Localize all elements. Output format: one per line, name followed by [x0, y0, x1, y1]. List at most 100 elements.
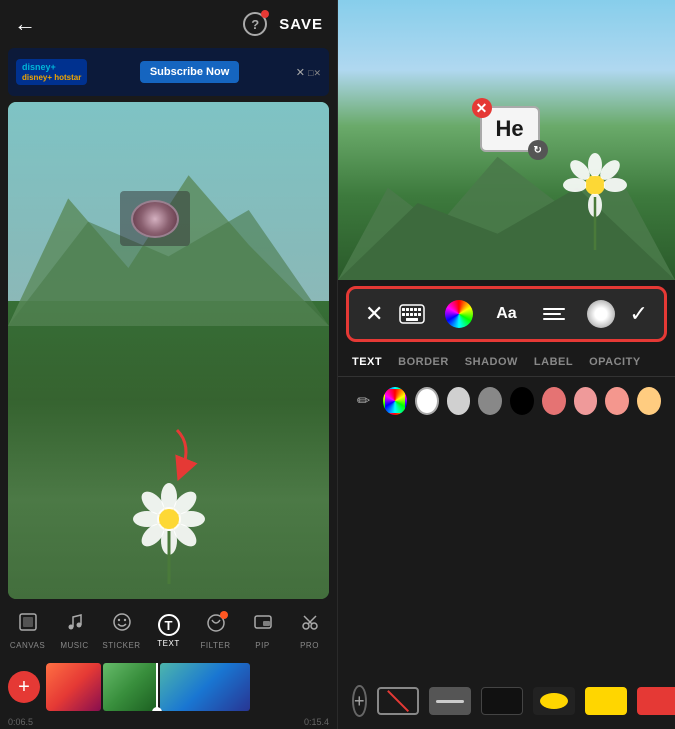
pip-tool[interactable]: PIP [243, 612, 283, 650]
keyboard-button[interactable] [394, 296, 430, 332]
hotstar-text: disney+ hotstar [22, 73, 81, 83]
dash-icon [429, 687, 471, 715]
text-sticker-rotate-handle[interactable]: ↻ [528, 140, 548, 160]
back-button[interactable]: ← [14, 11, 36, 37]
oval-yellow-shape[interactable] [533, 685, 575, 717]
font-button[interactable]: Aa [488, 296, 524, 332]
pro-label: PRO [300, 641, 319, 650]
close-icon: ✕ [296, 67, 305, 79]
scissors-icon [300, 612, 320, 638]
style-icon [587, 300, 615, 328]
red-swatch[interactable] [542, 387, 566, 415]
yellow-rect-shape[interactable] [585, 685, 627, 717]
bottom-shapes-row: + [338, 673, 675, 729]
text-label: TEXT [157, 639, 179, 648]
clip-strip [46, 663, 329, 711]
text-icon: T [158, 614, 180, 636]
save-button[interactable]: SAVE [279, 16, 323, 33]
dash-line [436, 700, 464, 703]
sticker-tool[interactable]: STICKER [102, 612, 142, 650]
tab-label[interactable]: LABEL [534, 356, 573, 368]
yellow-rect-icon [585, 687, 627, 715]
tab-text[interactable]: TEXT [352, 356, 382, 368]
canvas-tool[interactable]: CANVAS [8, 612, 48, 650]
tab-border[interactable]: BORDER [398, 356, 449, 368]
clip-thumb-1[interactable] [46, 663, 101, 711]
style-button[interactable] [583, 296, 619, 332]
timeline-strip: + [0, 659, 337, 715]
align-button[interactable] [536, 296, 572, 332]
text-sticker-delete-button[interactable]: ✕ [472, 98, 492, 118]
video-preview [8, 102, 329, 599]
peach-swatch[interactable] [637, 387, 661, 415]
text-style-tabs: TEXT BORDER SHADOW LABEL OPACITY [338, 348, 675, 377]
filter-label: FILTER [201, 641, 231, 650]
mid-gray-swatch[interactable] [478, 387, 502, 415]
dash-shape[interactable] [429, 685, 471, 717]
palette-edit-button[interactable]: ✏ [352, 387, 375, 415]
filter-tool[interactable]: FILTER [196, 613, 236, 650]
playback-dot [152, 707, 162, 711]
right-video-preview: ✕ He ↻ [338, 0, 675, 280]
music-label: MUSIC [60, 641, 88, 650]
canvas-icon [18, 612, 38, 638]
x-icon: □✕ [308, 68, 321, 78]
ad-banner[interactable]: disney+ disney+ hotstar Subscribe Now ✕ … [8, 48, 329, 96]
clip-thumb-2[interactable] [103, 663, 158, 711]
tab-opacity[interactable]: OPACITY [589, 356, 641, 368]
subscribe-button[interactable]: Subscribe Now [140, 61, 239, 83]
color-wheel-icon [445, 300, 473, 328]
video-background [8, 102, 329, 599]
sticker-label: STICKER [102, 641, 140, 650]
salmon-swatch[interactable] [605, 387, 629, 415]
keyboard-icon [399, 304, 425, 324]
add-clip-button[interactable]: + [8, 671, 40, 703]
pro-tool[interactable]: PRO [290, 612, 330, 650]
rainbow-swatch[interactable] [383, 387, 407, 415]
pencil-icon: ✏ [357, 391, 370, 411]
left-header: ← ? SAVE [0, 0, 337, 48]
notification-dot [261, 10, 269, 18]
no-fill-icon [377, 687, 419, 715]
timeline-cursor [156, 663, 158, 711]
confirm-button[interactable]: ✓ [630, 301, 648, 327]
close-button[interactable]: ✕ [365, 301, 383, 327]
oval-yellow-icon [533, 687, 575, 715]
content-spacer [338, 425, 675, 673]
time-end: 0:15.4 [304, 717, 329, 727]
pip-icon [253, 612, 273, 638]
music-tool[interactable]: MUSIC [55, 612, 95, 650]
black-swatch[interactable] [510, 387, 534, 415]
tab-shadow[interactable]: SHADOW [465, 356, 518, 368]
music-icon [65, 612, 85, 638]
disney-plus-logo: disney+ disney+ hotstar [16, 59, 87, 85]
align-icon [543, 308, 565, 320]
white-swatch[interactable] [415, 387, 439, 415]
black-rect-shape[interactable] [481, 685, 523, 717]
arrow-indicator [152, 425, 202, 490]
filter-dot [220, 611, 228, 619]
sticker-overlay[interactable] [120, 191, 190, 246]
align-line-1 [543, 308, 565, 310]
timeline-area: CANVAS MUSIC [0, 599, 337, 729]
left-panel: ← ? SAVE disney+ disney+ hotstar Subscri… [0, 0, 337, 729]
header-right: ? SAVE [243, 12, 323, 36]
clip-thumb-3[interactable] [160, 663, 250, 711]
help-icon-wrap: ? [243, 12, 267, 36]
add-shape-button[interactable]: + [352, 685, 367, 717]
red-rect-icon [637, 687, 675, 715]
text-tool[interactable]: T TEXT [149, 614, 189, 648]
no-fill-shape[interactable] [377, 685, 419, 717]
color-palette: ✏ [338, 377, 675, 425]
canvas-label: CANVAS [10, 641, 45, 650]
time-labels: 0:06.5 0:15.4 [0, 715, 337, 729]
text-sticker-content: He [496, 116, 524, 141]
sticker-icon [112, 612, 132, 638]
align-line-2 [543, 313, 561, 315]
text-sticker[interactable]: ✕ He ↻ [480, 106, 540, 152]
color-wheel-button[interactable] [441, 296, 477, 332]
ad-close-button[interactable]: ✕ □✕ [296, 66, 321, 79]
red-rect-shape[interactable] [637, 685, 675, 717]
light-gray-swatch[interactable] [447, 387, 471, 415]
coral-swatch[interactable] [574, 387, 598, 415]
